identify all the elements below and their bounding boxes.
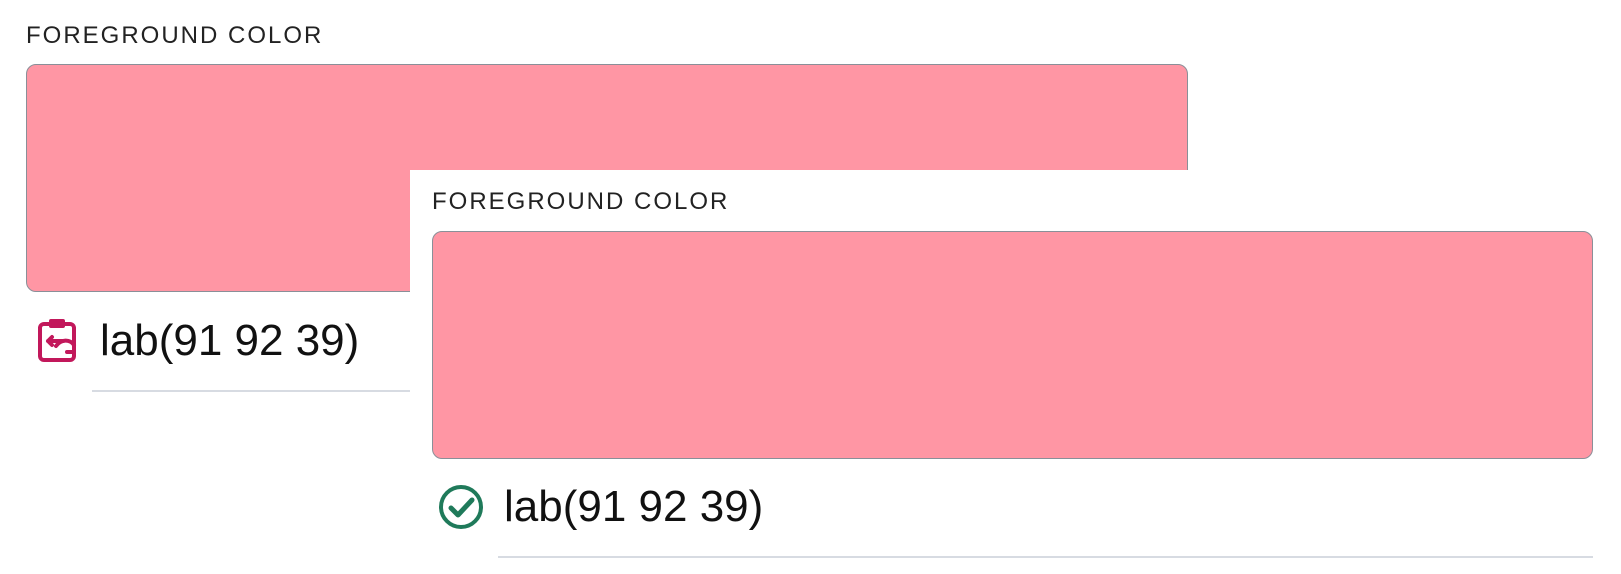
foreground-color-panel-front: FOREGROUND COLOR lab(91 92 39)	[410, 170, 1621, 574]
divider	[498, 556, 1593, 558]
check-circle-icon	[434, 480, 488, 534]
foreground-color-label: FOREGROUND COLOR	[26, 22, 324, 49]
color-value-row: lab(91 92 39)	[30, 314, 359, 368]
color-value-text: lab(91 92 39)	[100, 316, 360, 365]
color-value-row: lab(91 92 39)	[434, 480, 763, 534]
color-value-text: lab(91 92 39)	[504, 482, 764, 531]
foreground-color-label: FOREGROUND COLOR	[432, 188, 730, 215]
foreground-color-swatch[interactable]	[432, 231, 1593, 459]
clipboard-paste-icon[interactable]	[30, 314, 84, 368]
